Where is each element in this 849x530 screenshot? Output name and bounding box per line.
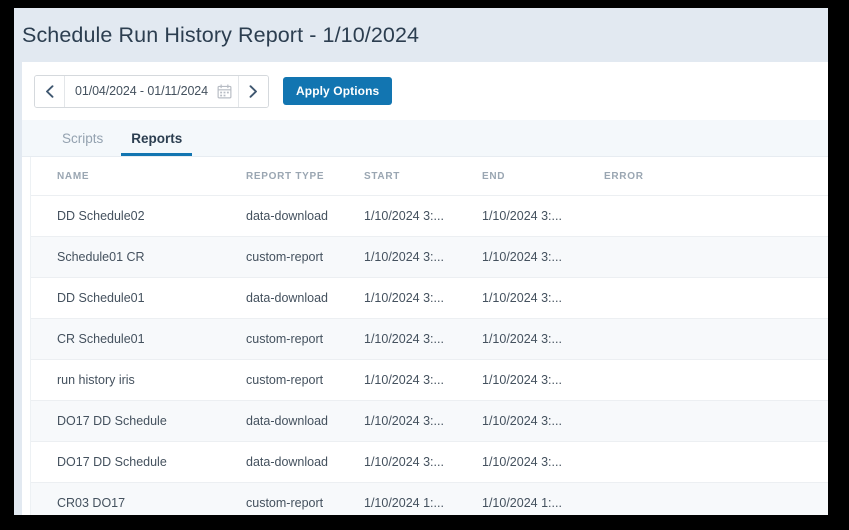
cell-error [604,482,828,515]
cell-error [604,400,828,442]
next-range-button[interactable] [238,75,268,107]
cell-type: custom-report [246,359,364,401]
chevron-left-icon [45,84,54,98]
date-range-picker[interactable] [34,74,269,108]
date-field-wrapper[interactable] [65,75,238,107]
cell-type: data-download [246,277,364,319]
cell-end: 1/10/2024 3:... [482,236,604,278]
cell-end: 1/10/2024 3:... [482,359,604,401]
cell-type: custom-report [246,482,364,515]
cell-end: 1/10/2024 1:... [482,482,604,515]
cell-name: DO17 DD Schedule [31,441,246,483]
cell-type: data-download [246,441,364,483]
column-header-end[interactable]: END [482,157,604,196]
cell-name: DO17 DD Schedule [31,400,246,442]
apply-options-button[interactable]: Apply Options [283,77,393,105]
cell-type: data-download [246,400,364,442]
cell-error [604,277,828,319]
table-row[interactable]: CR Schedule01 custom-report 1/10/2024 3:..… [31,318,828,360]
cell-start: 1/10/2024 3:... [364,195,482,237]
cell-end: 1/10/2024 3:... [482,318,604,360]
table-row[interactable]: DO17 DD Schedule data-download 1/10/2024 3… [31,441,828,483]
page-title: Schedule Run History Report - 1/10/2024 [22,22,420,47]
cell-start: 1/10/2024 1:... [364,482,482,515]
cell-error [604,236,828,278]
app-window: Schedule Run History Report - 1/10/2024 [14,8,828,515]
table-row[interactable]: DO17 DD Schedule data-download 1/10/2024 3… [31,400,828,442]
column-header-error[interactable]: ERROR [604,157,828,196]
cell-type: custom-report [246,318,364,360]
page-header: Schedule Run History Report - 1/10/2024 [14,8,828,62]
cell-end: 1/10/2024 3:... [482,195,604,237]
calendar-icon[interactable] [217,83,232,99]
cell-start: 1/10/2024 3:... [364,236,482,278]
chevron-right-icon [249,84,258,98]
table-body: DD Schedule02 data-download 1/10/2024 3:..… [31,195,828,515]
cell-error [604,195,828,237]
cell-error [604,441,828,483]
table-header: NAME REPORT TYPE START END ERROR [31,157,828,196]
column-header-name[interactable]: NAME [31,157,246,196]
cell-type: data-download [246,195,364,237]
cell-error [604,318,828,360]
table-row[interactable]: DD Schedule02 data-download 1/10/2024 3:..… [31,195,828,237]
content-card: Apply Options Scripts Reports NAME REPOR… [22,62,828,515]
cell-name: CR03 DO17 [31,482,246,515]
reports-table-scroll[interactable]: NAME REPORT TYPE START END ERROR DD Sche… [30,157,828,515]
cell-name: CR Schedule01 [31,318,246,360]
cell-end: 1/10/2024 3:... [482,441,604,483]
table-row[interactable]: Schedule01 CR custom-report 1/10/2024 3:..… [31,236,828,278]
column-header-report-type[interactable]: REPORT TYPE [246,157,364,196]
cell-end: 1/10/2024 3:... [482,400,604,442]
table-row[interactable]: DD Schedule01 data-download 1/10/2024 3:..… [31,277,828,319]
cell-name: Schedule01 CR [31,236,246,278]
report-toolbar: Apply Options [22,62,828,120]
table-row[interactable]: run history iris custom-report 1/10/2024 3… [31,359,828,401]
tab-bar: Scripts Reports [22,120,828,157]
cell-name: DD Schedule02 [31,195,246,237]
table-row[interactable]: CR03 DO17 custom-report 1/10/2024 1:... 1/1… [31,482,828,515]
cell-start: 1/10/2024 3:... [364,359,482,401]
cell-start: 1/10/2024 3:... [364,441,482,483]
tab-scripts[interactable]: Scripts [48,120,117,156]
cell-error [604,359,828,401]
cell-name: DD Schedule01 [31,277,246,319]
cell-start: 1/10/2024 3:... [364,277,482,319]
table-header-row: NAME REPORT TYPE START END ERROR [31,157,828,196]
cell-type: custom-report [246,236,364,278]
cell-end: 1/10/2024 3:... [482,277,604,319]
tab-reports[interactable]: Reports [117,120,196,156]
cell-start: 1/10/2024 3:... [364,318,482,360]
cell-start: 1/10/2024 3:... [364,400,482,442]
previous-range-button[interactable] [35,75,65,107]
reports-table: NAME REPORT TYPE START END ERROR DD Sche… [31,157,828,515]
cell-name: run history iris [31,359,246,401]
date-range-input[interactable] [75,84,215,98]
column-header-start[interactable]: START [364,157,482,196]
